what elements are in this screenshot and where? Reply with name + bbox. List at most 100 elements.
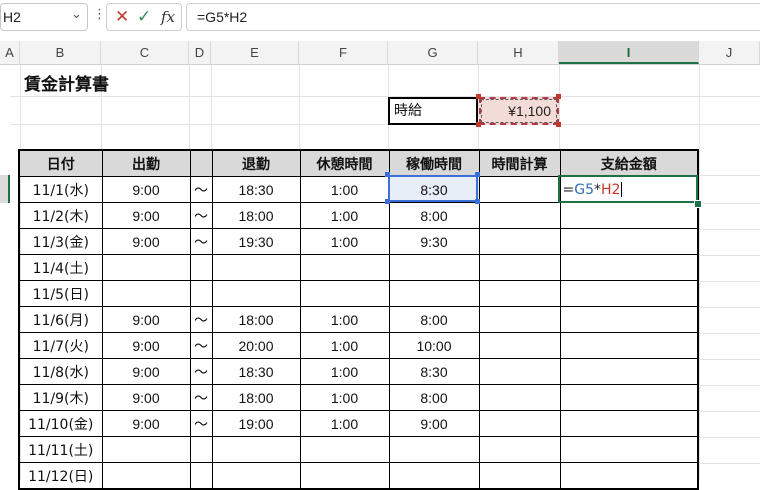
ref-handle-tr[interactable] [475,172,480,177]
date-cell[interactable]: 11/5(日) [18,280,103,307]
break-cell[interactable]: 1:00 [299,410,390,437]
end-cell[interactable]: 18:00 [211,384,301,411]
date-cell[interactable]: 11/12(日) [18,462,103,490]
end-cell[interactable]: 20:00 [211,332,301,359]
start-cell[interactable]: 9:00 [101,306,191,333]
work-cell[interactable] [388,280,480,307]
column-header-b[interactable]: B [20,41,101,64]
start-cell[interactable] [101,280,191,307]
row-header-active[interactable] [0,175,10,203]
date-cell[interactable]: 11/6(月) [18,306,103,333]
break-cell[interactable] [299,462,390,490]
work-cell[interactable]: 10:00 [388,332,480,359]
break-cell[interactable]: 1:00 [299,358,390,385]
break-cell[interactable] [299,254,390,281]
pay-cell[interactable] [559,462,699,490]
name-box[interactable]: H2 ⌄ [0,3,88,31]
end-cell[interactable] [211,436,301,463]
ref-handle-tr[interactable] [556,94,561,99]
tilde-cell[interactable] [189,436,213,463]
column-header-g[interactable]: G [388,41,478,64]
calc-cell[interactable] [478,436,561,463]
end-cell[interactable] [211,280,301,307]
calc-cell[interactable] [478,332,561,359]
work-cell[interactable]: 9:00 [388,410,480,437]
date-cell[interactable]: 11/10(金) [18,410,103,437]
break-cell[interactable]: 1:00 [299,332,390,359]
pay-cell[interactable] [559,436,699,463]
header-pay[interactable]: 支給金額 [559,149,699,177]
date-cell[interactable]: 11/3(金) [18,228,103,255]
pay-cell[interactable] [559,202,699,229]
calc-cell[interactable] [478,410,561,437]
column-header-c[interactable]: C [101,41,189,64]
ref-handle-br[interactable] [475,199,480,204]
header-start[interactable]: 出勤 [101,149,191,177]
column-header-e[interactable]: E [211,41,299,64]
start-cell[interactable]: 9:00 [101,176,191,203]
end-cell[interactable]: 19:00 [211,410,301,437]
work-cell[interactable]: 8:30 [388,176,480,203]
date-cell[interactable]: 11/9(木) [18,384,103,411]
pay-cell[interactable] [559,228,699,255]
ref-handle-tl[interactable] [385,172,390,177]
header-work[interactable]: 稼働時間 [388,149,480,177]
break-cell[interactable] [299,436,390,463]
header-end[interactable]: 退勤 [211,149,301,177]
column-header-a[interactable]: A [0,41,20,64]
work-cell[interactable] [388,254,480,281]
column-header-i[interactable]: I [559,41,699,64]
work-cell[interactable]: 8:00 [388,202,480,229]
pay-cell[interactable] [559,358,699,385]
tilde-cell[interactable]: 〜 [189,202,213,229]
ref-handle-br[interactable] [556,122,561,127]
work-cell[interactable] [388,462,480,490]
date-cell[interactable]: 11/7(火) [18,332,103,359]
break-cell[interactable]: 1:00 [299,306,390,333]
start-cell[interactable] [101,436,191,463]
end-cell[interactable] [211,462,301,490]
date-cell[interactable]: 11/8(水) [18,358,103,385]
ref-handle-bl[interactable] [476,122,481,127]
hourly-rate-label[interactable]: 時給 [388,97,478,125]
tilde-cell[interactable] [189,280,213,307]
start-cell[interactable]: 9:00 [101,202,191,229]
tilde-cell[interactable]: 〜 [189,306,213,333]
date-cell[interactable]: 11/1(水) [18,176,103,203]
calc-cell[interactable] [478,280,561,307]
tilde-cell[interactable] [189,254,213,281]
sheet-title[interactable]: 賃金計算書 [24,70,109,95]
tilde-cell[interactable]: 〜 [189,228,213,255]
calc-cell[interactable] [478,462,561,490]
column-header-f[interactable]: F [299,41,388,64]
pay-cell[interactable] [559,332,699,359]
end-cell[interactable]: 18:00 [211,306,301,333]
break-cell[interactable] [299,280,390,307]
start-cell[interactable]: 9:00 [101,332,191,359]
tilde-cell[interactable]: 〜 [189,410,213,437]
formula-input[interactable]: =G5*H2 [186,3,760,31]
calc-cell[interactable] [478,384,561,411]
calc-cell[interactable] [478,254,561,281]
tilde-cell[interactable]: 〜 [189,332,213,359]
end-cell[interactable]: 19:30 [211,228,301,255]
work-cell[interactable]: 8:00 [388,306,480,333]
pay-cell[interactable] [559,384,699,411]
vertical-dots-icon[interactable]: ⋮ [93,8,106,21]
break-cell[interactable]: 1:00 [299,176,390,203]
calc-cell[interactable] [478,176,561,203]
end-cell[interactable] [211,254,301,281]
header-date[interactable]: 日付 [18,149,103,177]
chevron-down-icon[interactable]: ⌄ [71,6,82,22]
tilde-cell[interactable]: 〜 [189,176,213,203]
pay-cell[interactable] [559,280,699,307]
tilde-cell[interactable] [189,462,213,490]
pay-cell-editing[interactable]: =G5*H2 [559,176,699,203]
date-cell[interactable]: 11/2(木) [18,202,103,229]
end-cell[interactable]: 18:30 [211,176,301,203]
start-cell[interactable] [101,462,191,490]
header-tilde[interactable] [189,149,213,177]
fx-icon[interactable]: fx [161,6,175,28]
calc-cell[interactable] [478,358,561,385]
work-cell[interactable]: 9:30 [388,228,480,255]
